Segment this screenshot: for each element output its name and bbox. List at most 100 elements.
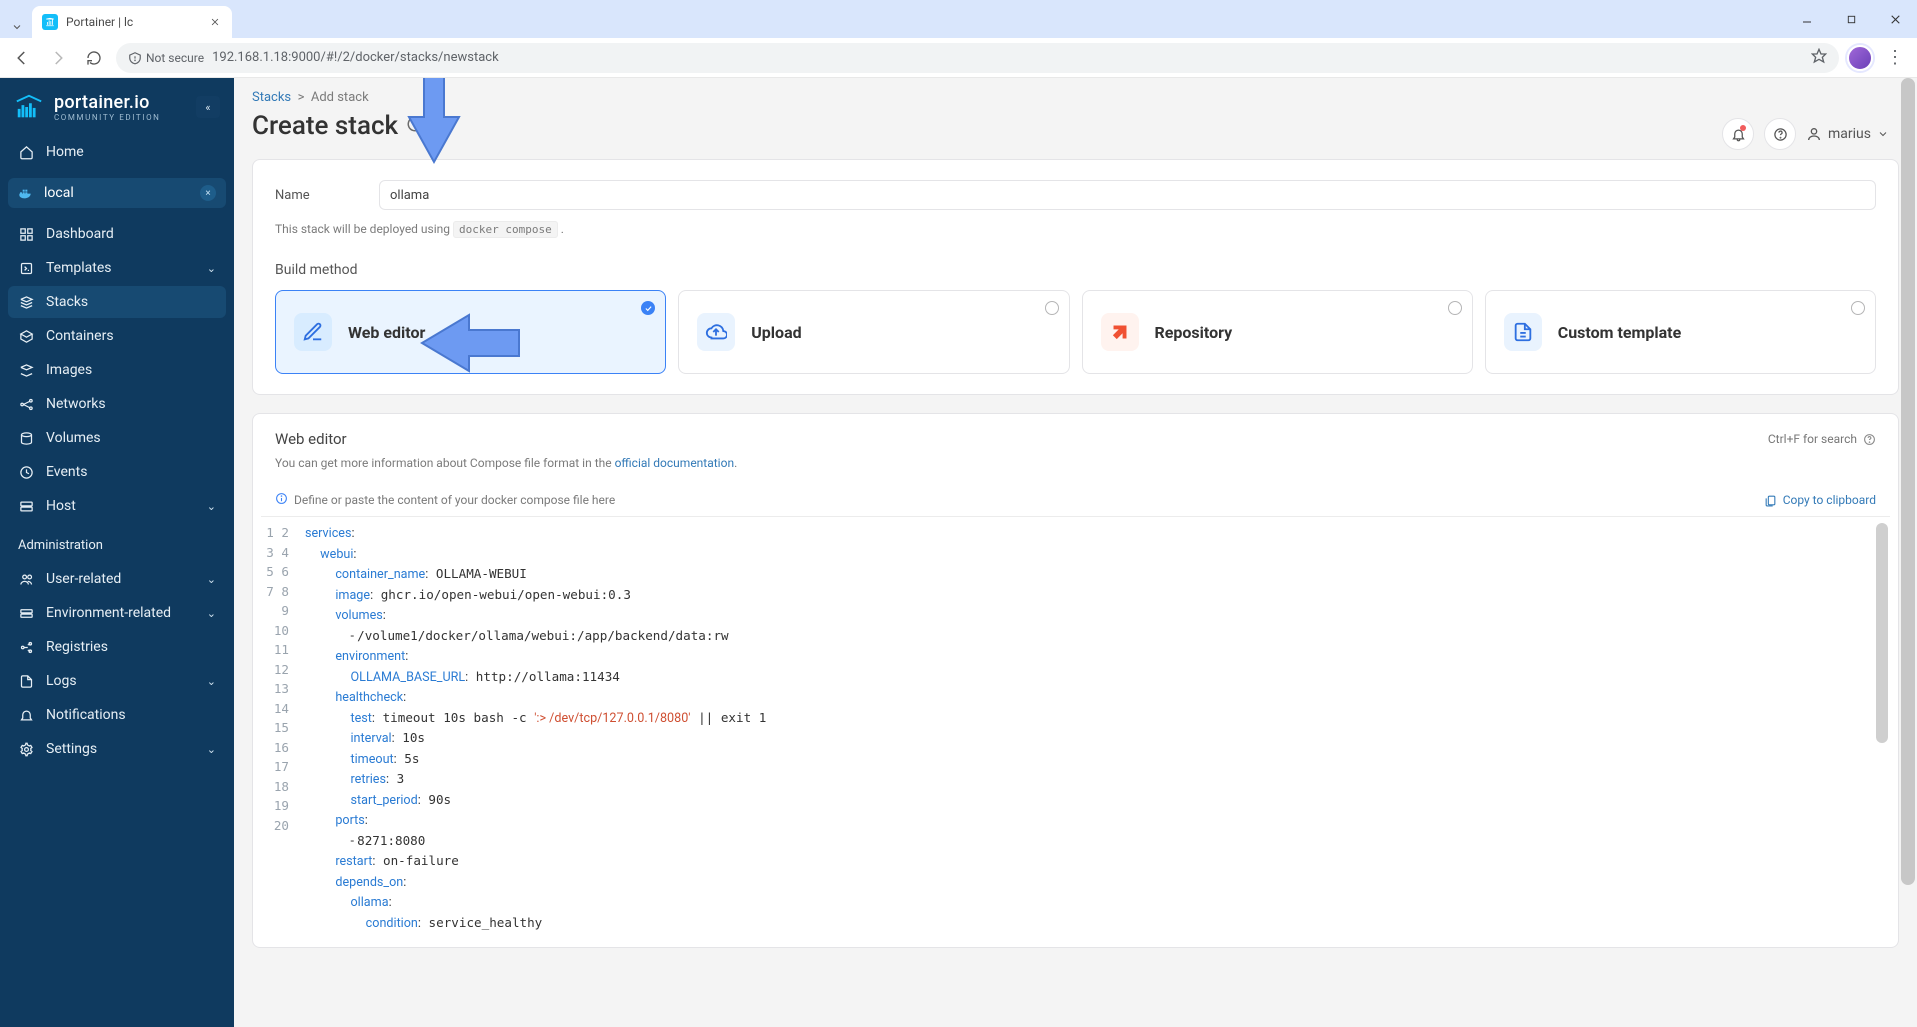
- breadcrumb-root[interactable]: Stacks: [252, 90, 291, 105]
- sidebar-item-volumes[interactable]: Volumes: [8, 422, 226, 454]
- tabs-dropdown[interactable]: [6, 16, 28, 38]
- sidebar-item-templates[interactable]: Templates ⌄: [8, 252, 226, 284]
- scrollbar-track[interactable]: [1899, 78, 1917, 1027]
- chevron-down-icon: ⌄: [207, 607, 216, 620]
- sidebar-item-events[interactable]: Events: [8, 456, 226, 488]
- scrollbar-thumb[interactable]: [1901, 78, 1915, 885]
- browser-tab[interactable]: Portainer | lc: [32, 6, 232, 38]
- editor-find-hint: Ctrl+F for search: [1768, 432, 1876, 446]
- code-editor[interactable]: 1 2 3 4 5 6 7 8 9 10 11 12 13 14 15 16 1…: [261, 516, 1890, 939]
- reload-button[interactable]: [80, 44, 108, 72]
- sidebar: portainer.io COMMUNITY EDITION « Home lo…: [0, 78, 234, 1027]
- window-controls: [1785, 0, 1917, 38]
- chevron-down-icon: ⌄: [207, 743, 216, 756]
- method-label: Web editor: [348, 323, 425, 342]
- docker-icon: [18, 185, 34, 201]
- copy-to-clipboard-button[interactable]: Copy to clipboard: [1764, 493, 1876, 507]
- editor-card: Web editor Ctrl+F for search You can get…: [252, 413, 1899, 948]
- code-content[interactable]: services: webui: container_name: OLLAMA-…: [297, 517, 1890, 939]
- sidebar-item-logs[interactable]: Logs⌄: [8, 665, 226, 697]
- tab-strip: Portainer | lc: [0, 0, 1917, 38]
- method-upload[interactable]: Upload: [678, 290, 1069, 374]
- sidebar-item-label: Logs: [46, 673, 77, 689]
- sidebar-item-registries[interactable]: Registries: [8, 631, 226, 663]
- settings-icon: [18, 741, 34, 757]
- sidebar-item-networks[interactable]: Networks: [8, 388, 226, 420]
- nav-main: Home: [0, 132, 234, 172]
- method-label: Custom template: [1558, 323, 1682, 342]
- form-card: Name This stack will be deployed using d…: [252, 159, 1899, 395]
- environment-name: local: [44, 185, 74, 201]
- back-button[interactable]: [8, 44, 36, 72]
- containers-icon: [18, 328, 34, 344]
- docs-link[interactable]: official documentation: [615, 456, 735, 470]
- nav-env: Dashboard Templates ⌄ Stacks Containers Image…: [0, 214, 234, 526]
- logs-icon: [18, 673, 34, 689]
- stack-name-input[interactable]: [379, 180, 1876, 210]
- repository-icon: [1101, 313, 1139, 351]
- method-custom-template[interactable]: Custom template: [1485, 290, 1876, 374]
- sidebar-item-notifications[interactable]: Notifications: [8, 699, 226, 731]
- editor-title: Web editor: [275, 430, 347, 448]
- sidebar-item-label: Registries: [46, 639, 108, 655]
- templates-icon: [18, 260, 34, 276]
- user-menu[interactable]: marius: [1806, 126, 1889, 142]
- web-editor-icon: [294, 313, 332, 351]
- chevron-down-icon: ⌄: [207, 262, 216, 275]
- refresh-icon[interactable]: [406, 115, 424, 138]
- not-secure-badge[interactable]: Not secure: [128, 51, 204, 65]
- sidebar-item-label: Templates: [46, 260, 112, 276]
- portainer-favicon-icon: [42, 14, 58, 30]
- method-web-editor[interactable]: Web editor: [275, 290, 666, 374]
- sidebar-item-label: User-related: [46, 571, 121, 587]
- close-tab-icon[interactable]: [208, 15, 222, 29]
- browser-menu-icon[interactable]: ⋮: [1881, 47, 1909, 68]
- sidebar-item-environment-related[interactable]: Environment-related ⌄: [8, 597, 226, 629]
- sidebar-item-user-related[interactable]: User-related⌄: [8, 563, 226, 595]
- method-label: Repository: [1155, 323, 1233, 342]
- registries-icon: [18, 639, 34, 655]
- profile-avatar[interactable]: [1847, 45, 1873, 71]
- sidebar-item-label: Containers: [46, 328, 114, 344]
- notifications-button[interactable]: [1722, 118, 1754, 150]
- sidebar-item-stacks[interactable]: Stacks: [8, 286, 226, 318]
- sidebar-item-dashboard[interactable]: Dashboard: [8, 218, 226, 250]
- bookmark-icon[interactable]: [1811, 48, 1827, 68]
- sidebar-item-host[interactable]: Host⌄: [8, 490, 226, 522]
- sidebar-item-home[interactable]: Home: [8, 136, 226, 168]
- content: Stacks > Add stack Create stack marius N…: [234, 78, 1917, 1027]
- dashboard-icon: [18, 226, 34, 242]
- sidebar-item-settings[interactable]: Settings ⌄: [8, 733, 226, 765]
- brand: portainer.io COMMUNITY EDITION «: [0, 78, 234, 132]
- help-button[interactable]: [1764, 118, 1796, 150]
- maximize-button[interactable]: [1829, 4, 1873, 34]
- address-bar[interactable]: Not secure 192.168.1.18:9000/#!/2/docker…: [116, 43, 1839, 73]
- environment-badge[interactable]: local ×: [8, 178, 226, 208]
- notifications-icon: [18, 707, 34, 723]
- breadcrumb-leaf: Add stack: [311, 90, 369, 105]
- close-window-button[interactable]: [1873, 4, 1917, 34]
- code-scrollbar[interactable]: [1876, 523, 1888, 743]
- method-label: Upload: [751, 323, 801, 342]
- sidebar-item-images[interactable]: Images: [8, 354, 226, 386]
- breadcrumb: Stacks > Add stack: [234, 78, 1917, 105]
- header-actions: marius: [1722, 118, 1889, 150]
- clipboard-icon: [1764, 494, 1777, 507]
- close-environment-icon[interactable]: ×: [200, 185, 216, 201]
- deploy-hint-code: docker compose: [453, 221, 558, 238]
- info-icon: [275, 492, 288, 508]
- sidebar-item-label: Environment-related: [46, 605, 171, 621]
- minimize-button[interactable]: [1785, 4, 1829, 34]
- sidebar-item-label: Settings: [46, 741, 97, 757]
- method-repository[interactable]: Repository: [1082, 290, 1473, 374]
- sidebar-item-label: Networks: [46, 396, 106, 412]
- sidebar-item-label: Host: [46, 498, 76, 514]
- user-name: marius: [1828, 126, 1871, 142]
- sidebar-collapse-button[interactable]: «: [196, 96, 220, 118]
- sidebar-item-containers[interactable]: Containers: [8, 320, 226, 352]
- radio-icon: [1045, 301, 1059, 315]
- brand-subtitle: COMMUNITY EDITION: [54, 113, 160, 122]
- tab-title: Portainer | lc: [66, 15, 200, 29]
- forward-button[interactable]: [44, 44, 72, 72]
- events-icon: [18, 464, 34, 480]
